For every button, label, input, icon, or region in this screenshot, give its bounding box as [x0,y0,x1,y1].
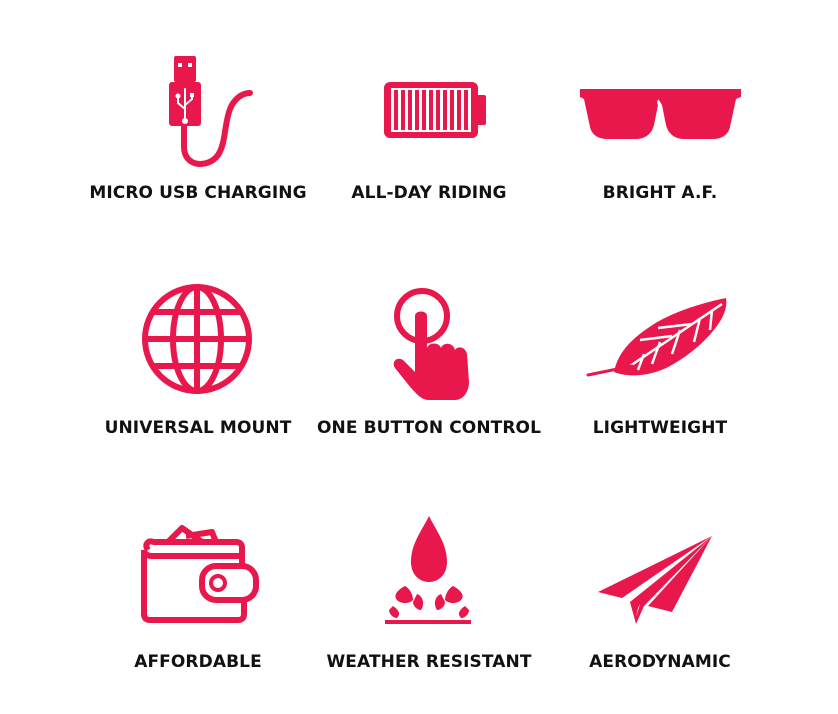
feature-aerodynamic: AERODYNAMIC [540,514,780,714]
feather-icon [540,280,780,410]
feature-label: BRIGHT A.F. [602,183,718,203]
sunglasses-icon [540,51,780,181]
globe-icon [78,280,318,410]
feature-label: UNIVERSAL MOUNT [104,418,292,438]
feature-label: ALL-DAY RIDING [351,183,507,203]
feature-affordable: AFFORDABLE [78,514,318,714]
water-drop-icon [309,514,549,644]
feature-one-button-control: ONE BUTTON CONTROL [309,280,549,480]
feature-bright-af: BRIGHT A.F. [540,45,780,245]
finger-tap-icon [309,280,549,410]
feature-label: AFFORDABLE [134,652,262,672]
feature-micro-usb-charging: MICRO USB CHARGING [78,45,318,245]
feature-universal-mount: UNIVERSAL MOUNT [78,280,318,480]
battery-icon [309,51,549,181]
feature-label: MICRO USB CHARGING [89,183,307,203]
feature-weather-resistant: WEATHER RESISTANT [309,514,549,714]
feature-all-day-riding: ALL-DAY RIDING [309,45,549,245]
feature-label: ONE BUTTON CONTROL [316,418,542,438]
paper-plane-icon [540,514,780,644]
usb-cable-icon [78,51,318,181]
feature-label: AERODYNAMIC [589,652,731,672]
feature-label: LIGHTWEIGHT [592,418,728,438]
feature-lightweight: LIGHTWEIGHT [540,280,780,480]
feature-label: WEATHER RESISTANT [326,652,532,672]
wallet-icon [78,514,318,644]
